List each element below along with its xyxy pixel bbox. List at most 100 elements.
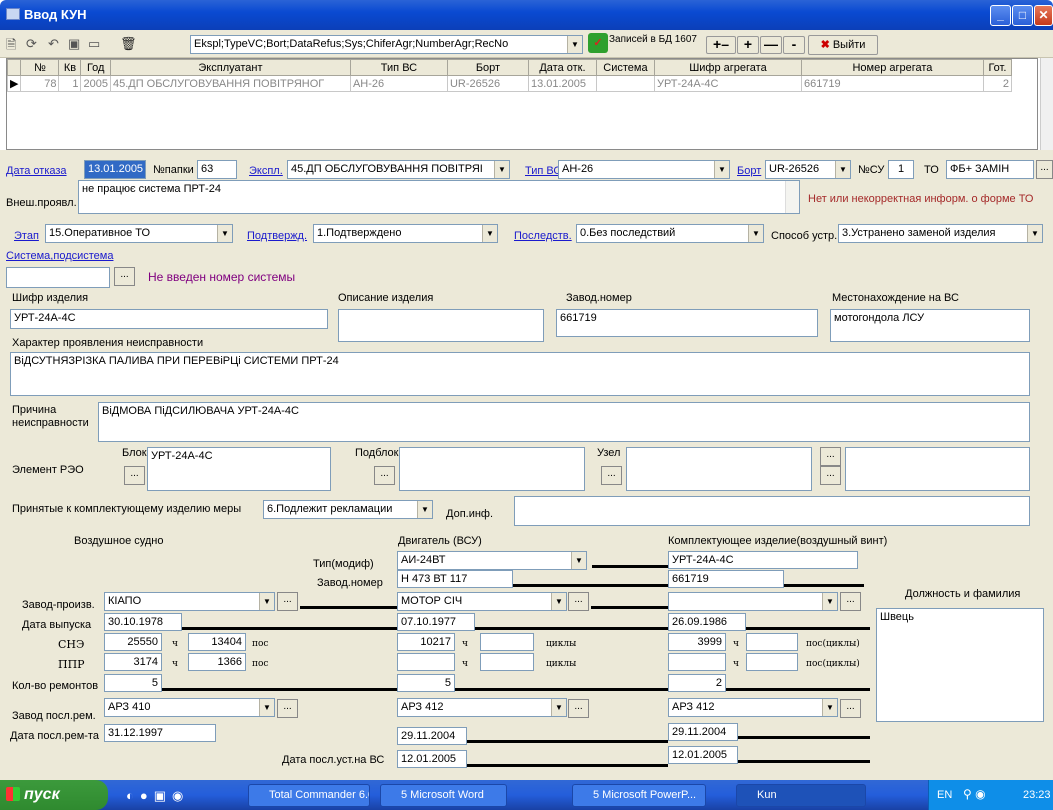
minimize-button[interactable]: _ [990, 5, 1011, 26]
chevron-down-icon[interactable]: ▼ [551, 699, 566, 716]
unit-desc-input[interactable] [338, 309, 544, 342]
chevron-down-icon[interactable]: ▼ [835, 161, 850, 178]
col-header-unit-number[interactable]: Номер агрегата [800, 59, 984, 76]
engine-sne-hours-input[interactable]: 10217 [397, 633, 455, 651]
component-manufacturer-select[interactable]: ▼ [668, 592, 838, 611]
engine-release-date-input[interactable]: 07.10.1977 [397, 613, 475, 631]
engine-manufacturer-select[interactable]: МОТОР СІЧ ▼ [397, 592, 567, 611]
stage-link[interactable]: Этап [14, 230, 39, 242]
grid-scrollbar[interactable] [1040, 58, 1053, 150]
additional-info-input[interactable] [514, 496, 1030, 526]
component-type-input[interactable]: УРТ-24А-4С [668, 551, 858, 569]
col-header-ready[interactable]: Гот. [982, 59, 1012, 76]
quick-launch-icons[interactable]: ◐●▣◉ [126, 788, 189, 804]
tray-icons[interactable]: ⚲ ◉ [963, 787, 986, 801]
subblock-input[interactable] [399, 447, 585, 491]
engine-install-date-input[interactable]: 12.01.2005 [397, 750, 467, 768]
block-input[interactable]: УРТ-24А-4С [147, 447, 331, 491]
refusal-date-input[interactable]: 13.01.2005 [84, 160, 146, 179]
col-header-operator[interactable]: Эксплуатант [109, 59, 351, 76]
bort-link[interactable]: Борт [737, 165, 761, 177]
save-icon[interactable]: ▣ [68, 36, 80, 52]
engine-repairs-input[interactable]: 5 [397, 674, 455, 692]
chevron-down-icon[interactable]: ▼ [551, 593, 566, 610]
textarea-scrollbar[interactable] [785, 181, 799, 213]
confirm-link[interactable]: Подтвержд. [247, 230, 307, 242]
external-manifest-input[interactable]: не працює система ПРТ-24 [78, 180, 800, 214]
aircraft-ppr-hours-input[interactable]: 3174 [104, 653, 162, 671]
refusal-date-link[interactable]: Дата отказа [6, 165, 67, 177]
chevron-down-icon[interactable]: ▼ [748, 225, 763, 242]
engine-repair-date-input[interactable]: 29.11.2004 [397, 727, 467, 745]
engine-repair-plant-lookup[interactable]: ... [568, 699, 589, 718]
subblock-lookup-button[interactable]: ... [374, 466, 395, 485]
measures-select[interactable]: 6.Подлежит рекламации ▼ [263, 500, 433, 519]
table-cell[interactable] [595, 75, 655, 92]
fix-method-select[interactable]: 3.Устранено заменой изделия ▼ [838, 224, 1043, 243]
maximize-button[interactable]: □ [1012, 5, 1033, 26]
to-input[interactable]: ФБ+ ЗАМІН [946, 160, 1034, 179]
records-grid[interactable]: № Кв Год Эксплуатант Тип ВС Борт Дата от… [6, 58, 1038, 150]
undo-icon[interactable]: ↶ [48, 36, 59, 52]
location-input[interactable]: мотогондола ЛСУ [830, 309, 1030, 342]
chevron-down-icon[interactable]: ▼ [417, 501, 432, 518]
taskbar-item-kun[interactable]: Kun [736, 784, 866, 807]
component-serial-input[interactable]: 661719 [668, 570, 784, 588]
remove-button[interactable]: — [760, 36, 782, 54]
component-manufacturer-lookup[interactable]: ... [840, 592, 861, 611]
col-header-system[interactable]: Система [595, 59, 655, 76]
operator-link[interactable]: Экспл. [249, 165, 283, 177]
taskbar-item-word[interactable]: 5 Microsoft Word [380, 784, 507, 807]
confirm-select[interactable]: 1.Подтверждено ▼ [313, 224, 498, 243]
chevron-down-icon[interactable]: ▼ [494, 161, 509, 178]
component-repair-plant-select[interactable]: АРЗ 412 ▼ [668, 698, 838, 717]
unit-code-input[interactable]: УРТ-24А-4С [10, 309, 328, 329]
aircraft-sne-landings-input[interactable]: 13404 [188, 633, 246, 651]
col-header-no[interactable]: № [20, 59, 60, 76]
engine-ppr-hours-input[interactable] [397, 653, 455, 671]
col-header-year[interactable]: Год [80, 59, 111, 76]
aircraft-repair-plant-select[interactable]: АРЗ 410 ▼ [104, 698, 275, 717]
col-header-kv[interactable]: Кв [58, 59, 82, 76]
chevron-down-icon[interactable]: ▼ [567, 36, 582, 53]
folder-icon[interactable]: ▭ [88, 36, 100, 52]
taskbar-item-powerpoint[interactable]: 5 Microsoft PowerP... [572, 784, 706, 807]
chevron-down-icon[interactable]: ▼ [1027, 225, 1042, 242]
aircraft-repairs-input[interactable]: 5 [104, 674, 162, 692]
delete-icon[interactable]: 🗑 [120, 36, 137, 52]
table-cell[interactable]: 13.01.2005 [527, 75, 597, 92]
col-header-refusal-date[interactable]: Дата отк. [527, 59, 597, 76]
refresh-icon[interactable]: ⟳ [26, 36, 37, 52]
nsu-input[interactable]: 1 [888, 160, 914, 179]
aircraft-ppr-landings-input[interactable]: 1366 [188, 653, 246, 671]
system-link[interactable]: Система,подсистема [6, 250, 113, 262]
exit-button[interactable]: ✖ Выйти [808, 35, 878, 55]
component-release-date-input[interactable]: 26.09.1986 [668, 613, 746, 631]
col-header-unit-code[interactable]: Шифр агрегата [653, 59, 802, 76]
engine-type-select[interactable]: АИ-24ВТ ▼ [397, 551, 587, 570]
table-row[interactable]: ▶ 78 1 2005 45.ДП ОБСЛУГОВУВАННЯ ПОВІТРЯ… [6, 75, 1012, 92]
aircraft-manufacturer-lookup[interactable]: ... [277, 592, 298, 611]
node-lookup-button[interactable]: ... [601, 466, 622, 485]
chevron-down-icon[interactable]: ▼ [822, 593, 837, 610]
component-install-date-input[interactable]: 12.01.2005 [668, 746, 738, 764]
fields-combo[interactable]: Ekspl;TypeVC;Bort;DataRefus;Sys;ChiferAg… [190, 35, 583, 54]
taskbar-item-total-commander[interactable]: Total Commander 6.0... [248, 784, 370, 807]
aircraft-repair-date-input[interactable]: 31.12.1997 [104, 724, 216, 742]
aircraft-sne-hours-input[interactable]: 25550 [104, 633, 162, 651]
table-cell[interactable]: 661719 [800, 75, 984, 92]
table-cell[interactable]: АН-26 [349, 75, 448, 92]
expand-collapse-button[interactable]: +– [706, 36, 736, 54]
node-input[interactable] [626, 447, 812, 491]
close-button[interactable]: ✕ [1034, 5, 1053, 26]
to-lookup-button[interactable]: ... [1036, 160, 1053, 179]
chevron-down-icon[interactable]: ▼ [259, 593, 274, 610]
extra-lookup-button-2[interactable]: ... [820, 466, 841, 485]
language-indicator[interactable]: EN [937, 789, 952, 801]
component-ppr-hours-input[interactable] [668, 653, 726, 671]
table-cell[interactable]: 2005 [80, 75, 111, 92]
extra-element-input[interactable] [845, 447, 1030, 491]
aircraft-manufacturer-select[interactable]: КІАПО ▼ [104, 592, 275, 611]
table-cell[interactable]: УРТ-24А-4С [653, 75, 802, 92]
operator-select[interactable]: 45.ДП ОБСЛУГОВУВАННЯ ПОВІТРЯІ ▼ [287, 160, 510, 179]
